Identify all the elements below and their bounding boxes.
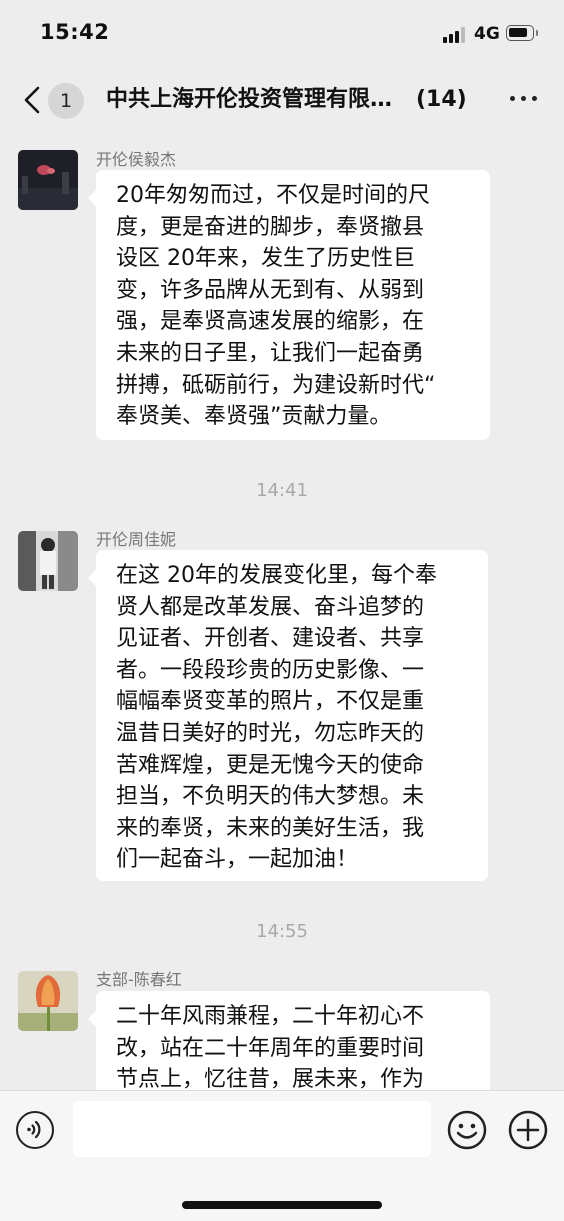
avatar[interactable]: [18, 971, 78, 1031]
message-line: 见证者、开创者、建设者、共享: [116, 626, 425, 652]
avatar[interactable]: [18, 150, 78, 210]
status-time: 15:42: [40, 20, 110, 44]
message-line: 担当，不负明天的伟大梦想。未: [116, 784, 425, 810]
timestamp: 14:41: [256, 480, 308, 501]
plus-icon[interactable]: [508, 1110, 548, 1150]
message-bubble[interactable]: 20年匆匆而过，不仅是时间的尺 度，更是奋进的脚步，奉贤撤县 设区 20年来，发…: [88, 170, 490, 440]
message-line: 二十年风雨兼程，二十年初心不: [116, 1004, 425, 1029]
sender-name: 开伦侯毅杰: [96, 150, 177, 169]
message-line: 在这 20年的发展变化里，每个奉: [116, 563, 437, 588]
message-line: 幅幅奉贤变革的照片，不仅是重: [116, 689, 425, 715]
sender-name: 支部-陈春红: [96, 970, 182, 989]
message-line: 未来的日子里，让我们一起奋勇: [116, 340, 425, 366]
message-input[interactable]: [73, 1101, 431, 1157]
battery-icon: [506, 25, 534, 41]
message-line: 20年匆匆而过，不仅是时间的尺: [116, 183, 430, 208]
message-line: 设区 20年来，发生了历史性巨: [116, 246, 415, 272]
sender-name: 开伦周佳妮: [96, 530, 177, 549]
message-line: 温昔日美好的时光，勿忘昨天的: [116, 720, 425, 746]
timestamp: 14:55: [256, 921, 308, 942]
message-line: 度，更是奋进的脚步，奉贤撤县: [116, 214, 425, 240]
chat-header: 1 中共上海开伦投资管理有限公司 (14): [0, 70, 564, 132]
message-line: 来的奉贤，未来的美好生活，我: [116, 815, 425, 841]
unread-badge[interactable]: 1: [48, 83, 84, 119]
message-line: 苦难辉煌，更是无愧今天的使命: [116, 752, 425, 778]
signal-icon: [443, 27, 467, 43]
voice-icon[interactable]: [16, 1111, 54, 1149]
status-bar: 15:42 4G: [0, 0, 564, 70]
message-bubble[interactable]: 在这 20年的发展变化里，每个奉 贤人都是改革发展、奋斗追梦的 见证者、开创者、…: [88, 550, 488, 881]
member-count: (14): [416, 87, 467, 112]
message-line: 奉贤美、奉贤强”贡献力量。: [116, 404, 392, 430]
message-line: 改，站在二十年周年的重要时间: [116, 1035, 425, 1061]
network-label: 4G: [474, 24, 500, 44]
battery-cap: [536, 30, 538, 36]
chat-title: 中共上海开伦投资管理有限公司: [106, 87, 406, 112]
message-line: 变，许多品牌从无到有、从弱到: [116, 277, 425, 303]
message-line: 者。一段段珍贵的历史影像、一: [116, 657, 425, 683]
avatar[interactable]: [18, 531, 78, 591]
message-line: 强，是奉贤高速发展的缩影，在: [116, 309, 425, 335]
message-line: 拼搏，砥砺前行，为建设新时代“: [116, 372, 436, 398]
message-line: 们一起奋斗，一起加油！: [116, 847, 359, 873]
emoji-icon[interactable]: [447, 1110, 487, 1150]
message-line: 贤人都是改革发展、奋斗追梦的: [116, 594, 425, 620]
home-indicator[interactable]: [182, 1201, 382, 1209]
more-dots-icon[interactable]: [508, 96, 538, 104]
chevron-left-icon[interactable]: [20, 84, 48, 116]
